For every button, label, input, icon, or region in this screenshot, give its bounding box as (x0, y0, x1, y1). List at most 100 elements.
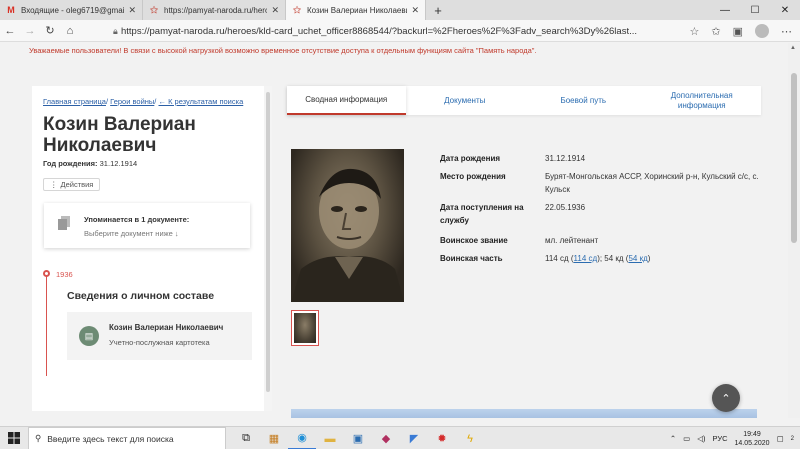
taskbar-search[interactable]: ⚲ Введите здесь текст для поиска (28, 427, 226, 449)
browser-tab-label: Козин Валериан Николаевич - (307, 5, 407, 15)
star-icon: ✩ (293, 4, 301, 15)
birth-year-value: 31.12.1914 (99, 159, 138, 168)
app-icon[interactable]: ϟ (456, 427, 484, 449)
page-scrollbar[interactable]: ▲ (788, 43, 800, 418)
app-icon[interactable]: ✹ (428, 427, 456, 449)
search-icon: ⚲ (35, 433, 42, 443)
record-card[interactable]: ▤ Козин Валериан Николаевич Учетно-послу… (67, 312, 252, 360)
close-icon[interactable]: ✕ (271, 5, 279, 16)
forward-arrow-icon[interactable]: → (20, 25, 40, 37)
detail-label: Воинская часть (440, 254, 503, 263)
unit-text: 114 сд ( (545, 254, 574, 263)
favorites-icon[interactable]: ✩ (711, 25, 720, 38)
breadcrumb-heroes[interactable]: Герои войны (110, 97, 154, 106)
tab-documents[interactable]: Документы (406, 86, 525, 115)
system-tray: ⌃ ▭ ◁) РУС 19:49 14.05.2020 ▢ 2 (670, 427, 794, 449)
home-icon[interactable]: ⌂ (60, 25, 80, 37)
tab-summary[interactable]: Сводная информация (287, 86, 406, 115)
language-indicator[interactable]: РУС (712, 434, 727, 443)
breadcrumb: Главная страница/ Герои войны/ ← К резул… (43, 97, 243, 106)
back-arrow-icon[interactable]: ← (0, 25, 20, 37)
mention-box[interactable]: Упоминается в 1 документе: Выберите доку… (44, 203, 250, 248)
timeline-year: 1936 (56, 270, 73, 279)
breadcrumb-back-to-results[interactable]: ← К результатам поиска (158, 97, 243, 106)
clock-time: 19:49 (743, 430, 761, 438)
birth-year: Год рождения: 31.12.1914 (43, 159, 137, 168)
page-scroll-thumb[interactable] (791, 73, 797, 243)
detail-label: Воинское звание (440, 236, 508, 245)
chevron-up-icon[interactable]: ⌃ (670, 434, 676, 443)
close-icon[interactable]: ✕ (411, 5, 419, 16)
unit-link-114[interactable]: 114 сд (574, 254, 598, 263)
detail-label: Место рождения (440, 172, 506, 181)
unit-text: ) (647, 254, 651, 263)
record-type: Учетно-послужная картотека (109, 338, 210, 347)
personnel-card-icon: ▤ (79, 326, 99, 346)
unit-link-54[interactable]: 54 кд (628, 254, 647, 263)
minimize-button[interactable]: — (710, 0, 740, 20)
browser-tab-gmail[interactable]: M Входящие - oleg6719@gmail.co ✕ (0, 0, 143, 20)
refresh-icon[interactable]: ↻ (40, 24, 60, 37)
url-field[interactable]: 🔒︎ https://pamyat-naroda.ru/heroes/kld-c… (113, 23, 637, 39)
scroll-up-icon[interactable]: ▲ (790, 45, 796, 51)
edge-browser-icon[interactable]: ◉ (288, 427, 316, 449)
section-title: Сведения о личном составе (67, 290, 215, 302)
windows-logo-icon (8, 432, 20, 444)
scroll-to-top-button[interactable]: ⌃ (712, 384, 740, 412)
task-view-icon[interactable]: ⧉ (232, 427, 260, 449)
clock-date: 14.05.2020 (734, 439, 770, 447)
address-bar-actions: ☆ ✩ ▣ ⋯ (690, 22, 792, 40)
volume-icon[interactable]: ◁) (697, 434, 705, 443)
breadcrumb-separator: / (105, 97, 109, 106)
birth-year-label: Год рождения: (43, 159, 98, 168)
favorite-star-icon[interactable]: ☆ (690, 25, 700, 38)
person-photo[interactable] (291, 149, 404, 302)
window-controls: — ☐ ✕ (710, 0, 800, 20)
more-menu-icon[interactable]: ⋯ (781, 25, 792, 38)
card-scrollbar[interactable] (264, 86, 272, 411)
detail-value: 31.12.1914 (545, 154, 586, 163)
detail-value: 114 сд (114 сд); 54 кд (54 кд) (545, 252, 775, 265)
browser-tab-label: Входящие - oleg6719@gmail.co (21, 5, 124, 15)
windows-start-button[interactable] (0, 427, 28, 449)
card-scroll-thumb[interactable] (266, 92, 270, 392)
browser-tab-search[interactable]: ✩ https://pamyat-naroda.ru/heroe ✕ (143, 0, 286, 20)
timeline-dot (43, 270, 50, 277)
clock[interactable]: 19:49 14.05.2020 (735, 430, 770, 448)
tab-additional-info[interactable]: Дополнительная информация (643, 86, 762, 115)
unit-text: ); 54 кд ( (597, 254, 629, 263)
store-icon[interactable]: ▣ (344, 427, 372, 449)
site-notice: Уважаемые пользователи! В связи с высоко… (29, 46, 537, 55)
detail-value: 22.05.1936 (545, 203, 586, 212)
timeline-line (46, 276, 47, 376)
new-tab-button[interactable]: + (426, 0, 450, 20)
close-window-button[interactable]: ✕ (770, 0, 800, 20)
app-icon[interactable]: ◆ (372, 427, 400, 449)
page-title: Козин Валериан Николаевич (43, 114, 196, 156)
close-icon[interactable]: ✕ (128, 5, 136, 16)
breadcrumb-home[interactable]: Главная страница (43, 97, 106, 106)
mention-subtitle: Выберите документ ниже ↓ (84, 229, 179, 238)
notifications-icon[interactable]: ▢ (777, 434, 784, 443)
browser-tab-strip: M Входящие - oleg6719@gmail.co ✕ ✩ https… (0, 0, 800, 20)
profile-avatar[interactable] (755, 24, 769, 38)
browser-tab-label: https://pamyat-naroda.ru/heroe (164, 5, 268, 15)
app-icon[interactable]: ▦ (260, 427, 288, 449)
app-icon[interactable]: ◤ (400, 427, 428, 449)
browser-tab-hero[interactable]: ✩ Козин Валериан Николаевич - ✕ (286, 0, 426, 20)
documents-icon (58, 216, 70, 230)
taskbar-search-placeholder: Введите здесь текст для поиска (47, 433, 174, 444)
tab-combat-path[interactable]: Боевой путь (524, 86, 643, 115)
file-explorer-icon[interactable]: ▬ (316, 427, 344, 449)
taskbar-apps: ⧉ ▦ ◉ ▬ ▣ ◆ ◤ ✹ ϟ (232, 427, 484, 449)
content-tabs: Сводная информация Документы Боевой путь… (287, 86, 761, 115)
maximize-button[interactable]: ☐ (740, 0, 770, 20)
detail-label: Дата рождения (440, 154, 501, 163)
photo-thumbnail[interactable] (291, 310, 319, 346)
collections-icon[interactable]: ▣ (733, 25, 743, 38)
actions-button[interactable]: ⋮ Действия (43, 178, 101, 191)
detail-value: мл. лейтенант (545, 236, 599, 245)
notification-count-badge: 2 (790, 435, 794, 442)
network-icon[interactable]: ▭ (683, 434, 690, 443)
portrait-graphic (291, 168, 404, 302)
